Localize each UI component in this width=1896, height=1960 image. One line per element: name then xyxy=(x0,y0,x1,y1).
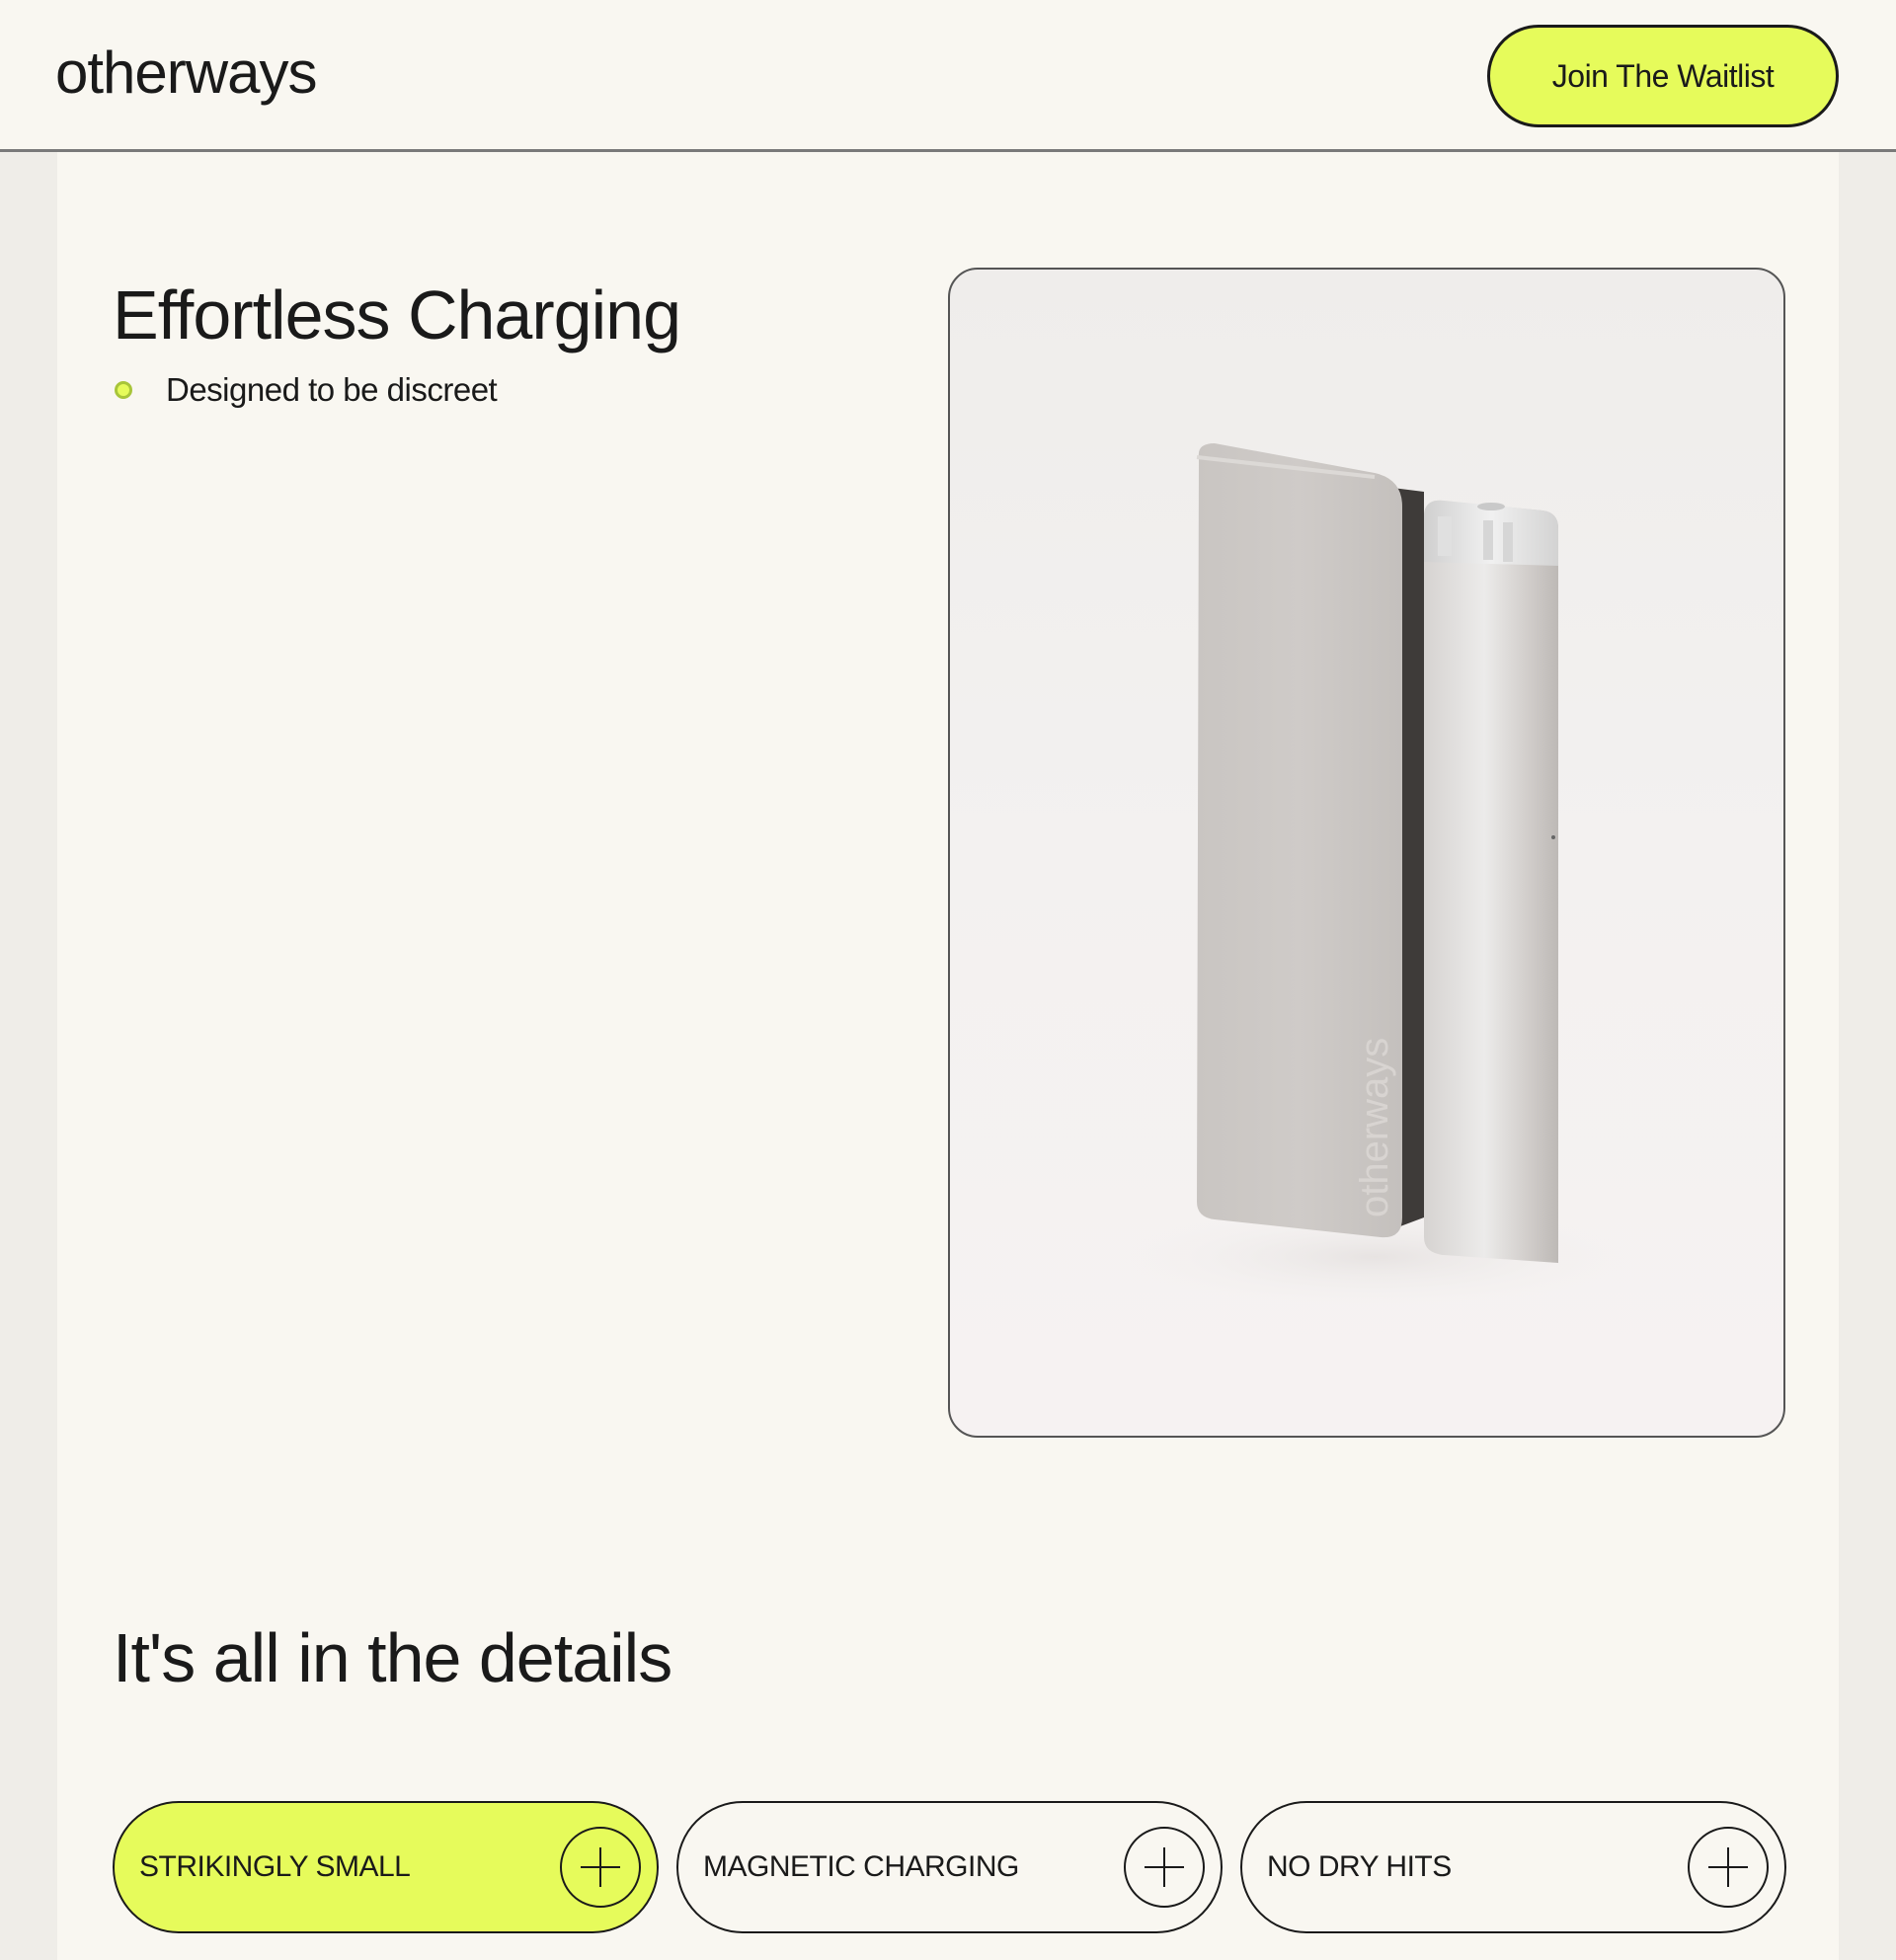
accordion-label: NO DRY HITS xyxy=(1267,1850,1452,1883)
plus-icon[interactable] xyxy=(1688,1827,1769,1908)
product-image: otherways xyxy=(1118,443,1631,1306)
join-waitlist-button[interactable]: Join The Waitlist xyxy=(1487,25,1839,127)
bullet-text: Designed to be discreet xyxy=(166,371,498,408)
accordion-label: STRIKINGLY SMALL xyxy=(139,1850,411,1883)
logo[interactable]: otherways xyxy=(55,34,317,113)
accordion-strikingly-small[interactable]: STRIKINGLY SMALL xyxy=(113,1801,659,1933)
device-engraving: otherways xyxy=(1353,1038,1396,1217)
main-panel: Effortless Charging Designed to be discr… xyxy=(57,152,1839,1960)
plus-icon[interactable] xyxy=(560,1827,641,1908)
plus-icon[interactable] xyxy=(1124,1827,1205,1908)
accordion-magnetic-charging[interactable]: MAGNETIC CHARGING xyxy=(676,1801,1223,1933)
site-header: otherways Join The Waitlist xyxy=(0,0,1896,152)
product-image-card: otherways xyxy=(948,268,1785,1438)
feature-title: Effortless Charging xyxy=(113,276,681,353)
details-title: It's all in the details xyxy=(113,1619,672,1696)
accordion-label: MAGNETIC CHARGING xyxy=(703,1850,1019,1883)
feature-bullet: Designed to be discreet xyxy=(113,371,498,409)
accordion-no-dry-hits[interactable]: NO DRY HITS xyxy=(1240,1801,1786,1933)
bullet-dot-icon xyxy=(115,381,132,399)
